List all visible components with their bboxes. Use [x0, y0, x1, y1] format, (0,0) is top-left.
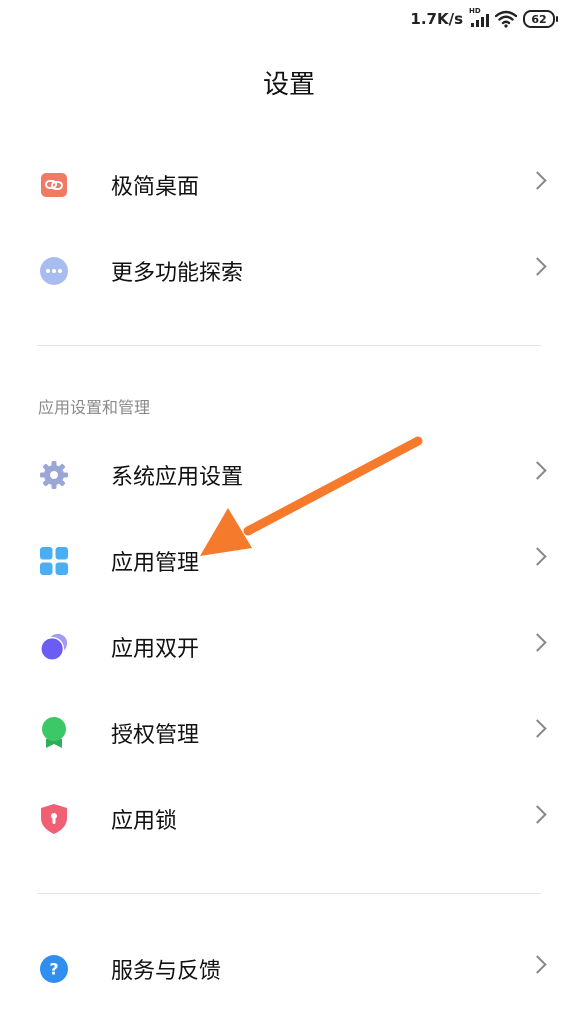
settings-item-label: 更多功能探索 [111, 261, 244, 286]
status-indicators: 1.7K/s HD 62 [410, 7, 558, 28]
battery-level: 62 [523, 10, 555, 28]
settings-item-minimal-desktop[interactable]: 极简桌面 [0, 142, 578, 228]
section-divider [37, 345, 541, 346]
chevron-right-icon [528, 461, 547, 480]
settings-item-system-app-settings[interactable]: 系统应用设置 [0, 432, 578, 518]
settings-item-label: 应用管理 [111, 551, 200, 576]
link-icon [39, 170, 69, 200]
settings-item-permission-management[interactable]: 授权管理 [0, 690, 578, 776]
page-title: 设置 [262, 70, 315, 100]
settings-item-app-management[interactable]: 应用管理 [0, 518, 578, 604]
settings-item-label: 应用锁 [111, 809, 178, 834]
settings-item-dual-apps[interactable]: 应用双开 [0, 604, 578, 690]
network-speed: 1.7K/s [410, 10, 463, 28]
chevron-right-icon [528, 633, 547, 652]
wifi-icon [495, 10, 517, 28]
more-dots-icon [39, 256, 69, 286]
chevron-right-icon [528, 547, 547, 566]
help-icon: ? [39, 954, 69, 984]
status-bar: 1.7K/s HD 62 [0, 0, 578, 40]
chevron-right-icon [528, 955, 547, 974]
settings-item-service-feedback[interactable]: ? 服务与反馈 [0, 926, 578, 1012]
signal-icon: HD [469, 7, 489, 28]
settings-item-label: 系统应用设置 [111, 465, 244, 490]
svg-text:?: ? [49, 960, 58, 979]
badge-icon [39, 717, 69, 748]
section-header-app-management: 应用设置和管理 [38, 398, 151, 417]
settings-item-label: 极简桌面 [111, 175, 200, 200]
section-divider [37, 893, 541, 894]
chevron-right-icon [528, 257, 547, 276]
chevron-right-icon [528, 171, 547, 190]
settings-item-app-lock[interactable]: 应用锁 [0, 776, 578, 862]
settings-item-more-features[interactable]: 更多功能探索 [0, 228, 578, 314]
grid-icon [39, 546, 69, 576]
shield-lock-icon [39, 804, 69, 834]
settings-item-label: 应用双开 [111, 637, 200, 662]
chevron-right-icon [528, 805, 547, 824]
battery-icon: 62 [523, 10, 558, 28]
gear-icon [39, 460, 69, 490]
chevron-right-icon [528, 719, 547, 738]
settings-item-label: 服务与反馈 [111, 959, 222, 984]
dual-circle-icon [39, 632, 69, 662]
settings-item-label: 授权管理 [111, 723, 200, 748]
